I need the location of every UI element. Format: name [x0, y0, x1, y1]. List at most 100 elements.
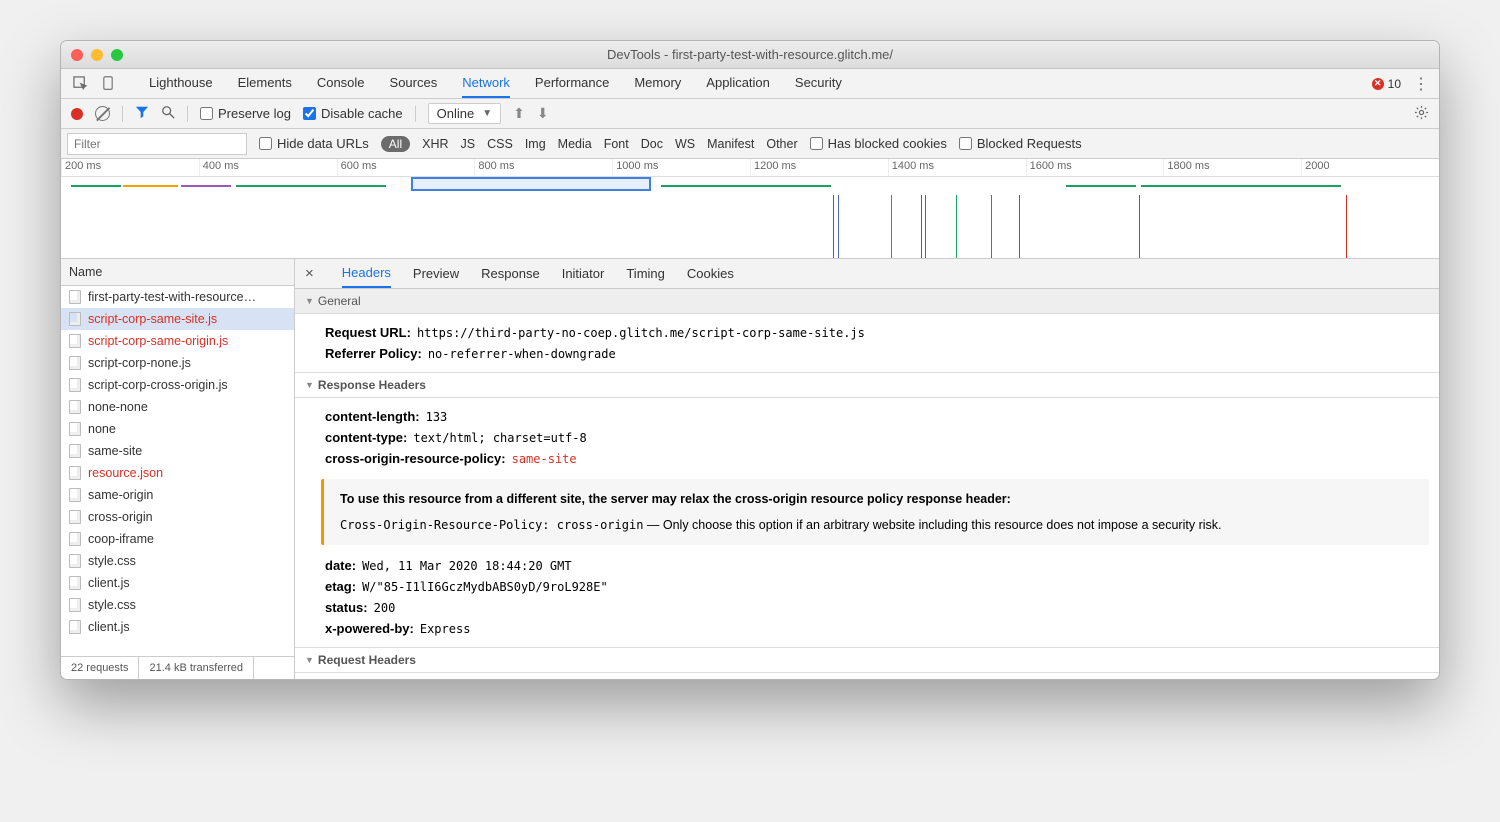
timeline-selection[interactable]	[411, 177, 651, 191]
callout-lead: To use this resource from a different si…	[340, 492, 1011, 506]
tab-response[interactable]: Response	[481, 260, 540, 287]
tab-timing[interactable]: Timing	[626, 260, 665, 287]
file-icon	[69, 510, 81, 524]
error-counter[interactable]: ✕ 10	[1372, 77, 1401, 91]
filter-type-font[interactable]: Font	[604, 137, 629, 151]
chevron-down-icon: ▼	[482, 108, 492, 119]
request-row[interactable]: script-corp-same-site.js	[61, 308, 294, 330]
close-icon[interactable]: ×	[305, 265, 320, 282]
filter-type-other[interactable]: Other	[766, 137, 797, 151]
request-row[interactable]: resource.json	[61, 462, 294, 484]
filter-type-manifest[interactable]: Manifest	[707, 137, 754, 151]
hide-data-urls-checkbox[interactable]: Hide data URLs	[259, 136, 369, 151]
request-row[interactable]: script-corp-none.js	[61, 352, 294, 374]
etag-value: W/"85-I1lI6GczMydbABS0yD/9roL928E"	[362, 580, 608, 594]
transferred-size: 21.4 kB transferred	[139, 657, 254, 679]
request-row[interactable]: style.css	[61, 550, 294, 572]
has-blocked-cookies-checkbox[interactable]: Has blocked cookies	[810, 136, 947, 151]
request-row[interactable]: client.js	[61, 616, 294, 638]
request-list: first-party-test-with-resource…script-co…	[61, 286, 294, 656]
throttling-select[interactable]: Online ▼	[428, 103, 501, 124]
request-name: style.css	[88, 554, 136, 568]
tab-lighthouse[interactable]: Lighthouse	[149, 69, 213, 98]
request-headers-section-header[interactable]: ▼Request Headers	[295, 647, 1439, 673]
request-name: same-origin	[88, 488, 153, 502]
tab-security[interactable]: Security	[795, 69, 842, 98]
corp-value: same-site	[512, 452, 577, 466]
request-row[interactable]: first-party-test-with-resource…	[61, 286, 294, 308]
x-powered-by-key: x-powered-by:	[325, 621, 414, 636]
callout-code: Cross-Origin-Resource-Policy: cross-orig…	[340, 518, 643, 532]
blocked-requests-checkbox[interactable]: Blocked Requests	[959, 136, 1082, 151]
request-row[interactable]: none-none	[61, 396, 294, 418]
filter-type-doc[interactable]: Doc	[641, 137, 663, 151]
panel-tabs: Lighthouse Elements Console Sources Netw…	[149, 69, 842, 98]
filter-type-js[interactable]: JS	[461, 137, 476, 151]
tab-preview[interactable]: Preview	[413, 260, 459, 287]
device-icon[interactable]	[99, 75, 117, 93]
file-icon	[69, 466, 81, 480]
request-row[interactable]: coop-iframe	[61, 528, 294, 550]
request-row[interactable]: script-corp-same-origin.js	[61, 330, 294, 352]
filter-type-media[interactable]: Media	[558, 137, 592, 151]
tab-performance[interactable]: Performance	[535, 69, 609, 98]
error-count: 10	[1388, 77, 1401, 91]
inspect-icon[interactable]	[71, 75, 89, 93]
tab-application[interactable]: Application	[706, 69, 770, 98]
record-icon[interactable]	[71, 108, 83, 120]
filter-type-ws[interactable]: WS	[675, 137, 695, 151]
search-icon[interactable]	[161, 105, 175, 122]
tab-headers[interactable]: Headers	[342, 259, 391, 288]
filter-type-css[interactable]: CSS	[487, 137, 513, 151]
request-name: none	[88, 422, 116, 436]
tab-cookies[interactable]: Cookies	[687, 260, 734, 287]
filter-type-img[interactable]: Img	[525, 137, 546, 151]
request-name: style.css	[88, 598, 136, 612]
disable-cache-checkbox[interactable]: Disable cache	[303, 106, 403, 121]
zoom-icon[interactable]	[111, 49, 123, 61]
tick: 1600 ms	[1026, 159, 1164, 176]
tab-console[interactable]: Console	[317, 69, 365, 98]
tab-sources[interactable]: Sources	[390, 69, 438, 98]
filter-input[interactable]	[67, 133, 247, 155]
request-row[interactable]: same-site	[61, 440, 294, 462]
requests-count: 22 requests	[61, 657, 139, 679]
tab-network[interactable]: Network	[462, 69, 510, 98]
request-row[interactable]: none	[61, 418, 294, 440]
request-name: cross-origin	[88, 510, 153, 524]
name-column-header[interactable]: Name	[61, 259, 294, 286]
disclosure-triangle-icon: ▼	[305, 296, 314, 306]
tick: 1400 ms	[888, 159, 1026, 176]
filter-type-xhr[interactable]: XHR	[422, 137, 448, 151]
callout-tail: — Only choose this option if an arbitrar…	[643, 518, 1221, 532]
request-name: same-site	[88, 444, 142, 458]
request-row[interactable]: script-corp-cross-origin.js	[61, 374, 294, 396]
upload-har-icon[interactable]: ⬆	[513, 105, 525, 122]
tick: 1800 ms	[1163, 159, 1301, 176]
preserve-log-checkbox[interactable]: Preserve log	[200, 106, 291, 121]
request-row[interactable]: same-origin	[61, 484, 294, 506]
download-har-icon[interactable]: ⬇	[537, 105, 549, 122]
response-headers-section-header[interactable]: ▼Response Headers	[295, 372, 1439, 398]
tab-initiator[interactable]: Initiator	[562, 260, 605, 287]
status-bar: 22 requests 21.4 kB transferred	[61, 656, 294, 679]
content-type-value: text/html; charset=utf-8	[413, 431, 586, 445]
tab-memory[interactable]: Memory	[634, 69, 681, 98]
settings-icon[interactable]	[1414, 105, 1429, 123]
minimize-icon[interactable]	[91, 49, 103, 61]
request-row[interactable]: client.js	[61, 572, 294, 594]
tab-elements[interactable]: Elements	[238, 69, 292, 98]
more-icon[interactable]: ⋮	[1413, 74, 1429, 94]
request-row[interactable]: cross-origin	[61, 506, 294, 528]
clear-icon[interactable]	[95, 106, 110, 121]
close-icon[interactable]	[71, 49, 83, 61]
request-row[interactable]: style.css	[61, 594, 294, 616]
content-length-key: content-length:	[325, 409, 420, 424]
filter-icon[interactable]	[135, 105, 149, 122]
traffic-lights	[71, 49, 123, 61]
filter-type-all[interactable]: All	[381, 136, 410, 152]
window-title: DevTools - first-party-test-with-resourc…	[61, 47, 1439, 62]
timeline-overview[interactable]: 200 ms 400 ms 600 ms 800 ms 1000 ms 1200…	[61, 159, 1439, 259]
general-section-header[interactable]: ▼General	[295, 289, 1439, 314]
request-url-key: Request URL:	[325, 325, 411, 340]
